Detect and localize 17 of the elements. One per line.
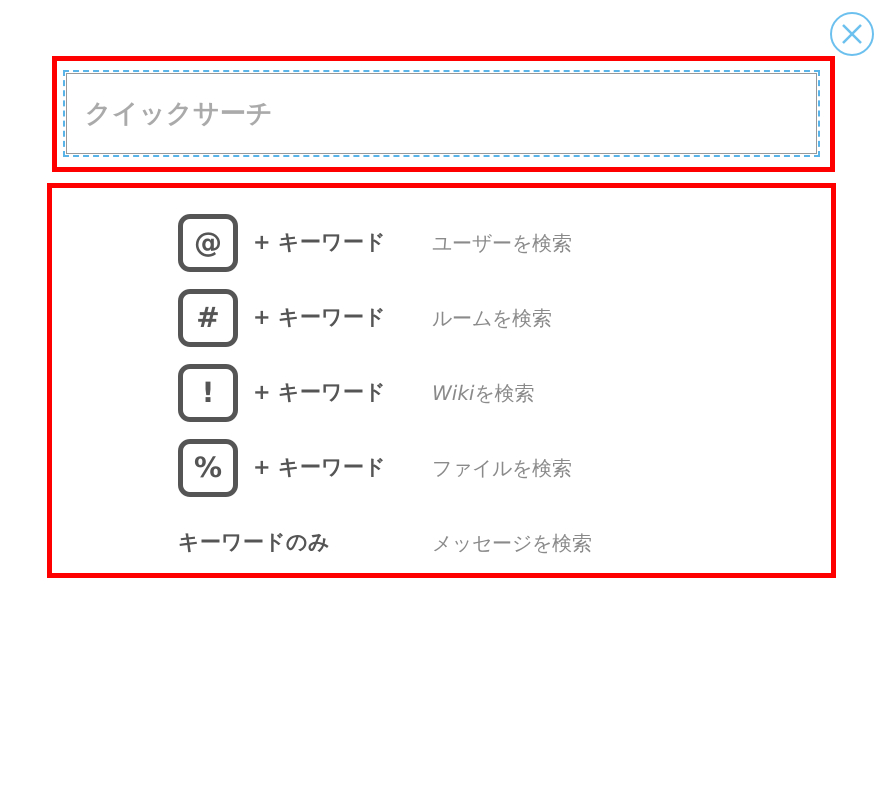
keyword-label: キーワードのみ: [178, 528, 331, 556]
hint-description: ファイルを検索: [432, 454, 572, 482]
keyword-label: + キーワード: [253, 304, 387, 331]
keyword-label: + キーワード: [253, 454, 387, 481]
close-button[interactable]: [830, 12, 874, 56]
hint-description: メッセージを検索: [432, 530, 592, 556]
hint-description: ルームを検索: [432, 304, 552, 332]
search-field[interactable]: クイックサーチ: [63, 70, 820, 157]
keyword-label: + キーワード: [253, 378, 387, 406]
key-badge: %: [178, 438, 238, 496]
key-badge: !: [178, 364, 238, 422]
key-badge: #: [178, 288, 238, 346]
hint-description: ユーザーを検索: [432, 230, 572, 256]
close-icon: [841, 23, 863, 45]
key-badge: @: [178, 214, 238, 272]
hint-description: Wikiを検索: [432, 380, 534, 406]
keyword-label: + キーワード: [253, 228, 387, 256]
